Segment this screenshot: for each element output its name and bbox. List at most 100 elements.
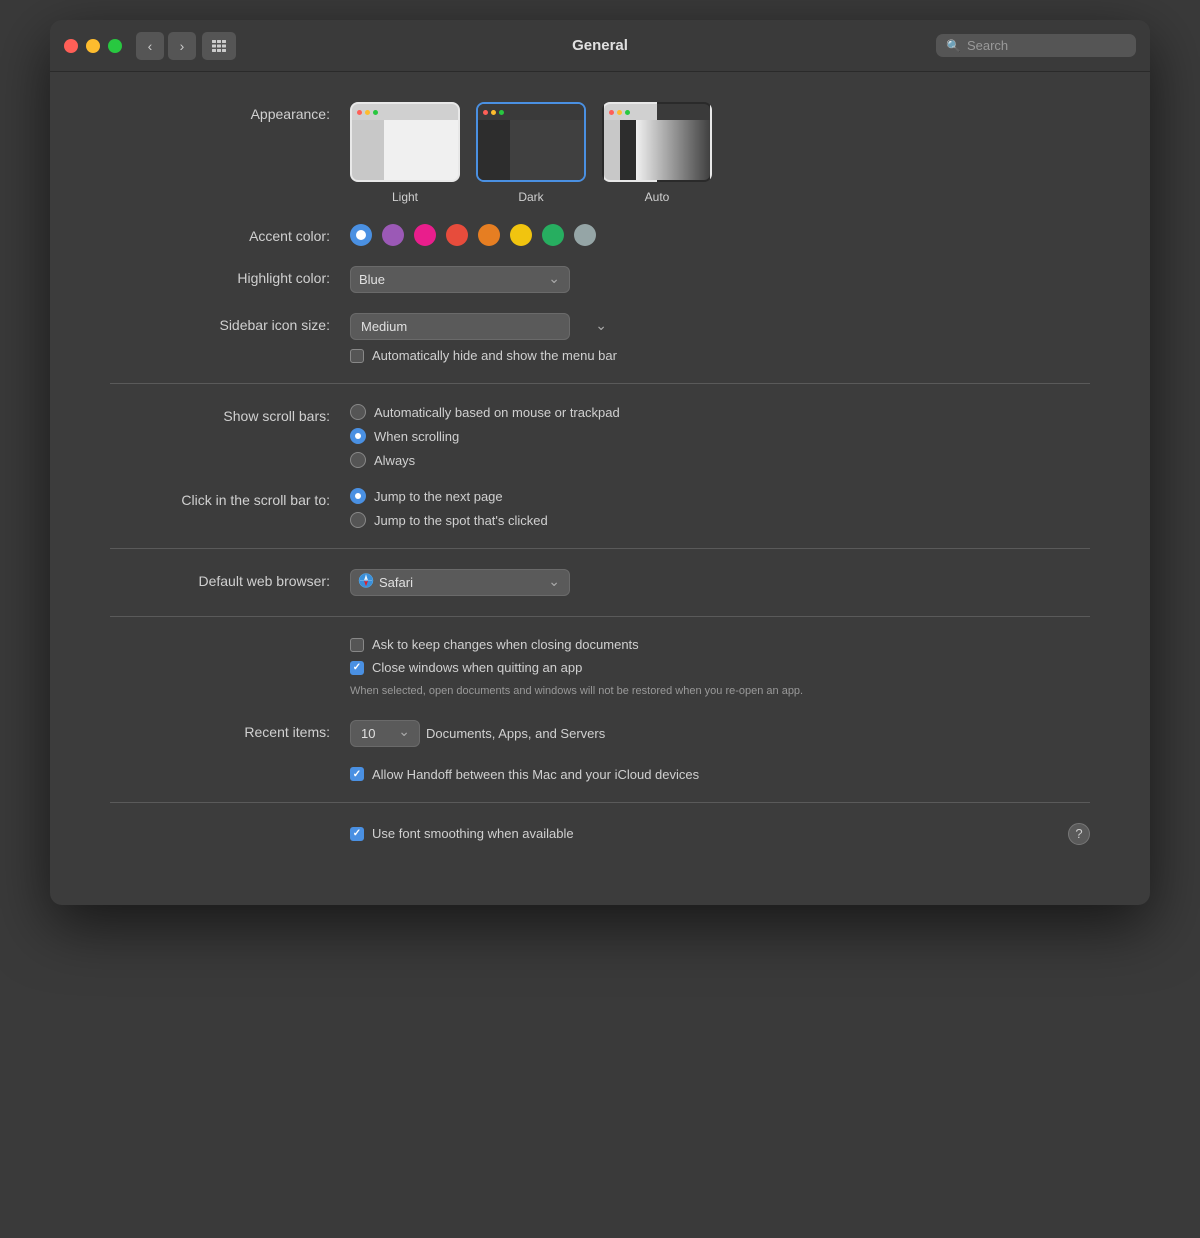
default-browser-control: Safari Chrome Firefox [350, 569, 570, 596]
click-next-page-radio[interactable] [350, 488, 366, 504]
light-preview [352, 104, 458, 180]
ask-keep-changes-control: Ask to keep changes when closing documen… [350, 637, 803, 700]
accent-yellow[interactable] [510, 224, 532, 246]
close-windows-checkbox[interactable] [350, 661, 364, 675]
mini-close [357, 110, 362, 115]
search-bar[interactable]: 🔍 [936, 34, 1136, 57]
minimize-button[interactable] [86, 39, 100, 53]
mini-max-d [499, 110, 504, 115]
show-scroll-bars-row: Show scroll bars: Automatically based on… [110, 404, 1090, 468]
accent-purple[interactable] [382, 224, 404, 246]
scroll-always-label: Always [374, 453, 415, 468]
click-next-page-row[interactable]: Jump to the next page [350, 488, 548, 504]
nav-buttons: ‹ › [136, 32, 196, 60]
scroll-when-label: When scrolling [374, 429, 459, 444]
recent-items-stepper: 5 10 15 20 25 30 Documents, Apps, and Se… [350, 720, 605, 747]
accent-gray[interactable] [574, 224, 596, 246]
mini-close-d [483, 110, 488, 115]
ask-keep-changes-label-empty [110, 637, 350, 641]
show-scroll-bars-control: Automatically based on mouse or trackpad… [350, 404, 620, 468]
highlight-color-select[interactable]: Blue Purple Pink Red Orange Yellow Green… [350, 266, 570, 293]
grid-button[interactable] [202, 32, 236, 60]
divider-1 [110, 383, 1090, 384]
appearance-auto[interactable]: Auto [602, 102, 712, 204]
divider-4 [110, 802, 1090, 803]
dark-sidebar [478, 120, 510, 180]
light-main [384, 120, 458, 180]
scroll-when-row[interactable]: When scrolling [350, 428, 620, 444]
appearance-label: Appearance: [110, 102, 350, 122]
dark-label: Dark [518, 190, 543, 204]
default-browser-select[interactable]: Safari Chrome Firefox [350, 569, 570, 596]
click-spot-label: Jump to the spot that's clicked [374, 513, 548, 528]
ask-keep-changes-row: Ask to keep changes when closing documen… [110, 637, 1090, 700]
scroll-when-radio[interactable] [350, 428, 366, 444]
font-smoothing-checkbox[interactable] [350, 827, 364, 841]
dark-main [510, 120, 584, 180]
window-title: General [572, 37, 628, 54]
scroll-always-radio[interactable] [350, 452, 366, 468]
appearance-row: Appearance: [110, 102, 1090, 204]
handoff-checkbox[interactable] [350, 767, 364, 781]
search-input[interactable] [967, 38, 1126, 53]
dark-thumb [476, 102, 586, 182]
recent-items-label: Recent items: [110, 720, 350, 740]
accent-blue[interactable] [350, 224, 372, 246]
accent-orange[interactable] [478, 224, 500, 246]
highlight-color-control: Blue Purple Pink Red Orange Yellow Green… [350, 266, 570, 293]
ask-keep-changes-label: Ask to keep changes when closing documen… [372, 637, 639, 652]
auto-preview [604, 104, 710, 180]
dark-preview [478, 104, 584, 180]
scroll-auto-row[interactable]: Automatically based on mouse or trackpad [350, 404, 620, 420]
menu-bar-checkbox[interactable] [350, 349, 364, 363]
close-button[interactable] [64, 39, 78, 53]
click-spot-radio[interactable] [350, 512, 366, 528]
accent-color-row: Accent color: [110, 224, 1090, 246]
font-smoothing-checkbox-row: Use font smoothing when available [350, 826, 574, 841]
settings-content: Appearance: [50, 72, 1150, 905]
scroll-always-row[interactable]: Always [350, 452, 620, 468]
scroll-auto-radio[interactable] [350, 404, 366, 420]
mini-min-a [617, 110, 622, 115]
sidebar-icon-size-row: Sidebar icon size: Small Medium Large Au… [110, 313, 1090, 363]
light-label: Light [392, 190, 418, 204]
accent-colors [350, 224, 596, 246]
handoff-checkbox-row: Allow Handoff between this Mac and your … [350, 767, 699, 782]
appearance-options: Light [350, 102, 712, 204]
sidebar-icon-size-control: Small Medium Large Automatically hide an… [350, 313, 617, 363]
divider-3 [110, 616, 1090, 617]
sidebar-icon-size-label: Sidebar icon size: [110, 313, 350, 333]
close-windows-checkbox-row: Close windows when quitting an app [350, 660, 803, 675]
accent-red[interactable] [446, 224, 468, 246]
highlight-color-label: Highlight color: [110, 266, 350, 286]
sidebar-size-select-wrapper: Small Medium Large [350, 313, 617, 340]
forward-button[interactable]: › [168, 32, 196, 60]
back-button[interactable]: ‹ [136, 32, 164, 60]
dark-titlebar [478, 104, 584, 120]
accent-pink[interactable] [414, 224, 436, 246]
menu-bar-checkbox-row: Automatically hide and show the menu bar [350, 348, 617, 363]
recent-items-select[interactable]: 5 10 15 20 25 30 [350, 720, 420, 747]
sidebar-icon-size-select[interactable]: Small Medium Large [350, 313, 570, 340]
recent-items-control: 5 10 15 20 25 30 Documents, Apps, and Se… [350, 720, 605, 747]
accent-green[interactable] [542, 224, 564, 246]
appearance-light[interactable]: Light [350, 102, 460, 204]
handoff-row: Allow Handoff between this Mac and your … [110, 767, 1090, 782]
close-windows-label: Close windows when quitting an app [372, 660, 582, 675]
click-spot-row[interactable]: Jump to the spot that's clicked [350, 512, 548, 528]
highlight-color-row: Highlight color: Blue Purple Pink Red Or… [110, 266, 1090, 293]
scroll-auto-label: Automatically based on mouse or trackpad [374, 405, 620, 420]
browser-select-wrapper: Safari Chrome Firefox [350, 569, 570, 596]
mini-max [373, 110, 378, 115]
appearance-dark[interactable]: Dark [476, 102, 586, 204]
recent-items-row: Recent items: 5 10 15 20 25 30 Documents… [110, 720, 1090, 747]
ask-keep-changes-checkbox[interactable] [350, 638, 364, 652]
auto-label: Auto [645, 190, 670, 204]
light-titlebar [352, 104, 458, 120]
mini-max-a [625, 110, 630, 115]
accent-color-control [350, 224, 596, 246]
main-window: ‹ › General 🔍 Appearance: [50, 20, 1150, 905]
maximize-button[interactable] [108, 39, 122, 53]
search-icon: 🔍 [946, 39, 961, 53]
help-button[interactable]: ? [1068, 823, 1090, 845]
